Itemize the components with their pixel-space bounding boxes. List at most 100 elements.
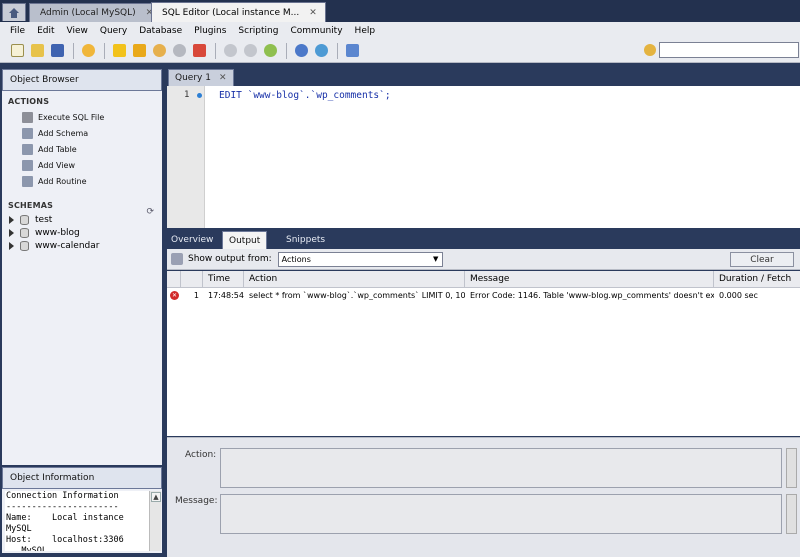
open-file-button[interactable] <box>28 42 46 60</box>
toggle-limit-button[interactable] <box>292 42 310 60</box>
home-icon <box>9 7 19 18</box>
sql-editor[interactable]: 1 EDIT `www-blog`.`wp_comments`; <box>167 86 800 228</box>
grid-header: Time Action Message Duration / Fetch <box>167 271 800 288</box>
new-query-button[interactable] <box>8 42 26 60</box>
main-toolbar <box>0 39 800 63</box>
rollback-button[interactable] <box>241 42 259 60</box>
tab-sql-editor[interactable]: SQL Editor (Local instance M... ✕ <box>151 2 326 22</box>
message-detail-scrollbar[interactable] <box>786 494 797 534</box>
tab-snippets[interactable]: Snippets <box>280 231 331 249</box>
col-time[interactable]: Time <box>203 271 244 287</box>
output-source-select[interactable]: Actions ▼ <box>277 251 443 267</box>
autocommit-button[interactable] <box>261 42 279 60</box>
output-source-value: Actions <box>281 254 311 264</box>
line-gutter: 1 <box>167 86 205 228</box>
line-number: 1 <box>184 90 190 100</box>
action-detail-field[interactable] <box>220 448 782 488</box>
col-duration[interactable]: Duration / Fetch <box>714 271 800 287</box>
home-tab[interactable] <box>2 3 26 21</box>
bookmark-button[interactable] <box>79 42 97 60</box>
tab-admin[interactable]: Admin (Local MySQL) ✕ <box>29 3 163 22</box>
stop-button[interactable] <box>170 42 188 60</box>
action-add-table[interactable]: Add Table <box>2 141 162 157</box>
refresh-button[interactable] <box>312 42 330 60</box>
col-index <box>181 271 203 287</box>
tab-query-1[interactable]: Query 1 ✕ <box>168 69 234 86</box>
expand-arrow-icon[interactable] <box>9 215 14 224</box>
rollback-icon <box>243 44 257 57</box>
schema-item-www-calendar[interactable]: www-calendar <box>2 239 162 252</box>
row-action: select * from `www-blog`.`wp_comments` L… <box>249 291 465 300</box>
clear-button[interactable]: Clear <box>730 252 794 267</box>
left-sidebar: Object Browser ACTIONS Execute SQL File … <box>0 63 165 557</box>
action-execute-sql-file[interactable]: Execute SQL File <box>2 109 162 125</box>
panel-icon <box>345 44 359 57</box>
tab-output[interactable]: Output <box>222 231 268 249</box>
row-status: ✕ <box>167 291 181 300</box>
folder-icon <box>30 44 44 57</box>
menu-plugins[interactable]: Plugins <box>188 26 232 36</box>
action-detail-scrollbar[interactable] <box>786 448 797 488</box>
magnifier-icon <box>152 44 166 57</box>
menu-database[interactable]: Database <box>133 26 188 36</box>
output-filter-icon[interactable] <box>171 253 183 265</box>
database-icon <box>20 240 29 251</box>
error-toggle-button[interactable] <box>190 42 208 60</box>
save-button[interactable] <box>48 42 66 60</box>
menu-edit[interactable]: Edit <box>31 26 60 36</box>
row-message: Error Code: 1146. Table 'www-blog.wp_com… <box>470 291 714 300</box>
statement-marker-icon <box>197 93 202 98</box>
toolbar-divider <box>215 42 216 59</box>
expand-arrow-icon[interactable] <box>9 228 14 237</box>
info-scrollbar[interactable]: ▲ <box>149 491 161 551</box>
action-label: Add Routine <box>38 176 87 186</box>
action-add-schema[interactable]: Add Schema <box>2 125 162 141</box>
message-detail-field[interactable] <box>220 494 782 534</box>
search-area <box>644 42 799 58</box>
toggle-sidebar-button[interactable] <box>343 42 361 60</box>
output-tab-strip: Overview Output Snippets <box>165 229 800 249</box>
execute-button[interactable] <box>110 42 128 60</box>
detail-panel: Action: Message: <box>167 437 800 557</box>
scroll-up-icon[interactable]: ▲ <box>151 492 161 502</box>
object-information-title: Object Information <box>2 467 162 489</box>
schema-label: test <box>35 214 53 225</box>
error-icon: ✕ <box>170 291 179 300</box>
action-label: Add View <box>38 160 76 170</box>
add-table-icon <box>22 143 33 155</box>
message-detail-label: Message: <box>175 496 218 506</box>
menu-file[interactable]: File <box>4 26 31 36</box>
action-add-routine[interactable]: Add Routine <box>2 173 162 189</box>
menu-query[interactable]: Query <box>94 26 133 36</box>
commit-button[interactable] <box>221 42 239 60</box>
col-message[interactable]: Message <box>465 271 714 287</box>
explain-button[interactable] <box>150 42 168 60</box>
tab-overview[interactable]: Overview <box>165 231 219 249</box>
schema-item-www-blog[interactable]: www-blog <box>2 226 162 239</box>
action-label: Add Schema <box>38 128 89 138</box>
col-action[interactable]: Action <box>244 271 465 287</box>
row-duration: 0.000 sec <box>719 291 758 300</box>
expand-arrow-icon[interactable] <box>9 241 14 250</box>
schema-item-test[interactable]: test <box>2 213 162 226</box>
menu-scripting[interactable]: Scripting <box>232 26 284 36</box>
row-index: 1 <box>193 291 199 300</box>
search-input[interactable] <box>659 42 799 58</box>
menu-view[interactable]: View <box>61 26 94 36</box>
document-tab-strip: Admin (Local MySQL) ✕ SQL Editor (Local … <box>0 0 800 22</box>
execute-current-button[interactable] <box>130 42 148 60</box>
close-icon[interactable]: ✕ <box>219 73 227 83</box>
table-row[interactable]: ✕ 1 17:48:54 select * from `www-blog`.`w… <box>167 288 800 303</box>
col-status[interactable] <box>167 271 181 287</box>
refresh-icon <box>314 44 328 57</box>
sql-code[interactable]: EDIT `www-blog`.`wp_comments`; <box>219 90 391 101</box>
refresh-schemas-icon[interactable]: ⟳ <box>146 207 154 217</box>
commit-icon <box>223 44 237 57</box>
menu-community[interactable]: Community <box>284 26 348 36</box>
row-time: 17:48:54 <box>208 291 244 300</box>
menu-help[interactable]: Help <box>349 26 382 36</box>
close-icon[interactable]: ✕ <box>309 8 317 18</box>
add-view-icon <box>22 159 33 171</box>
action-add-view[interactable]: Add View <box>2 157 162 173</box>
object-information-panel: Object Information Connection Informatio… <box>2 467 162 553</box>
